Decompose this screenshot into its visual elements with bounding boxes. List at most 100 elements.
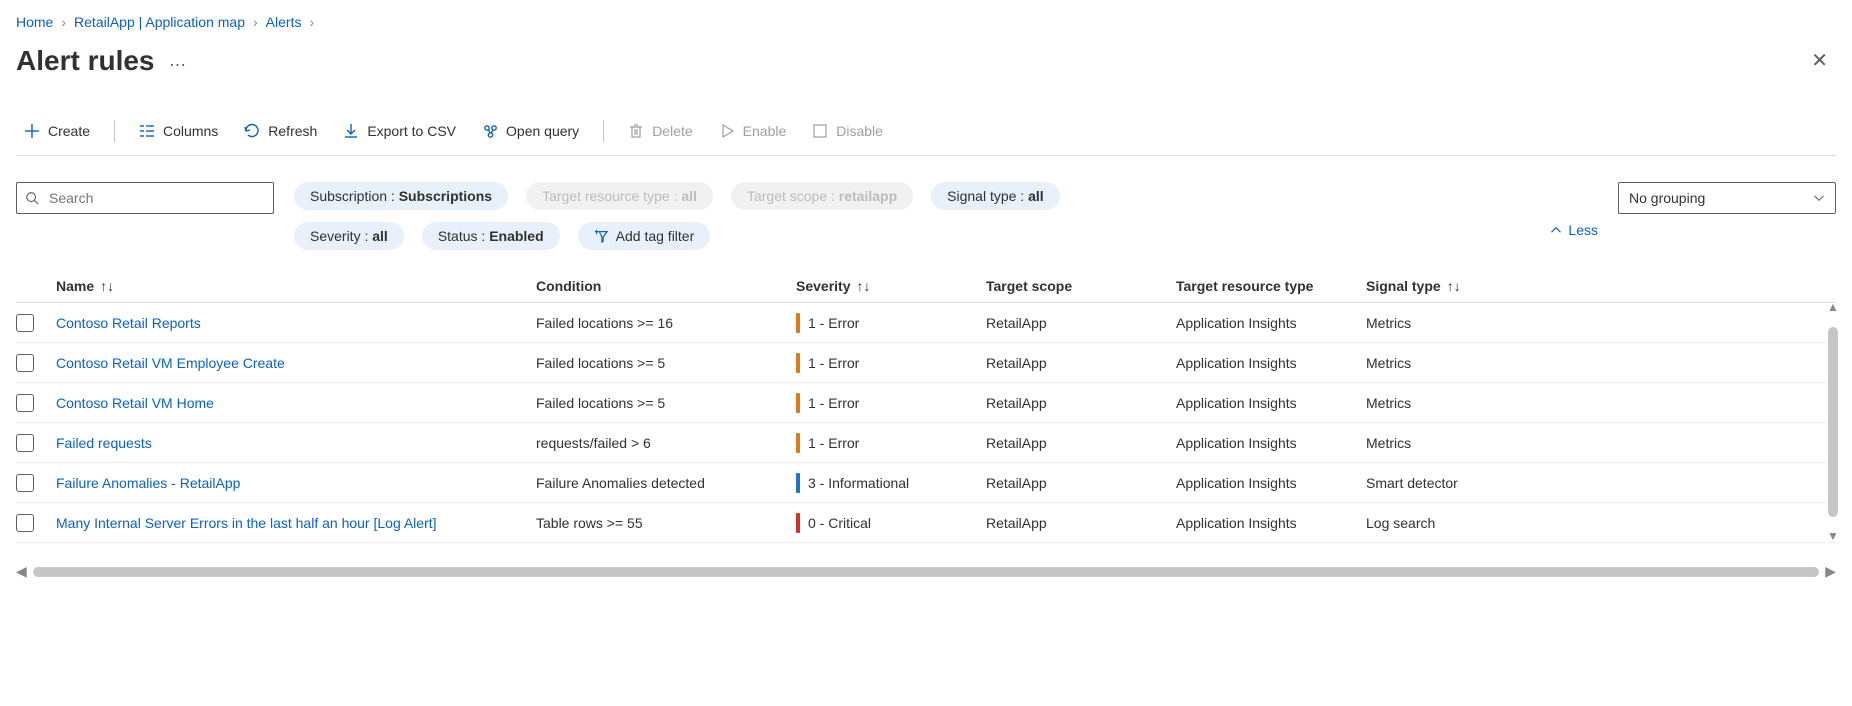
severity-bar-icon	[796, 473, 800, 493]
search-input[interactable]	[47, 189, 265, 207]
table-row[interactable]: Many Internal Server Errors in the last …	[16, 503, 1836, 543]
cell-condition: Failed locations >= 5	[536, 355, 796, 371]
cell-condition: Failure Anomalies detected	[536, 475, 796, 491]
cell-severity: 1 - Error	[796, 433, 986, 453]
breadcrumb-alerts[interactable]: Alerts	[266, 14, 302, 30]
export-button[interactable]: Export to CSV	[335, 117, 464, 145]
export-label: Export to CSV	[367, 123, 456, 139]
more-icon[interactable]: …	[169, 50, 189, 71]
scroll-thumb[interactable]	[1828, 327, 1838, 517]
scroll-up-icon[interactable]: ▲	[1827, 300, 1839, 314]
col-trt[interactable]: Target resource type	[1176, 278, 1366, 294]
cell-scope: RetailApp	[986, 475, 1176, 491]
cell-severity: 3 - Informational	[796, 473, 986, 493]
filter-severity[interactable]: Severity : all	[294, 222, 404, 250]
chevron-right-icon: ›	[61, 14, 66, 30]
create-label: Create	[48, 123, 90, 139]
tag-filter-icon	[594, 229, 608, 243]
severity-bar-icon	[796, 513, 800, 533]
query-icon	[482, 123, 498, 139]
cell-condition: Failed locations >= 5	[536, 395, 796, 411]
refresh-label: Refresh	[268, 123, 317, 139]
table-header: Name ↑↓ Condition Severity ↑↓ Target sco…	[16, 270, 1836, 303]
scroll-down-icon[interactable]: ▼	[1827, 529, 1839, 543]
cell-signal: Smart detector	[1366, 475, 1506, 491]
chevron-up-icon	[1550, 224, 1562, 236]
rule-name-link[interactable]: Contoso Retail VM Employee Create	[56, 355, 285, 371]
row-checkbox[interactable]	[16, 514, 34, 532]
enable-button: Enable	[711, 117, 795, 145]
open-query-button[interactable]: Open query	[474, 117, 587, 145]
row-checkbox[interactable]	[16, 394, 34, 412]
breadcrumb-home[interactable]: Home	[16, 14, 53, 30]
refresh-icon	[244, 123, 260, 139]
breadcrumb-app[interactable]: RetailApp | Application map	[74, 14, 245, 30]
cell-trt: Application Insights	[1176, 475, 1366, 491]
col-scope[interactable]: Target scope	[986, 278, 1176, 294]
less-toggle[interactable]: Less	[1550, 182, 1598, 238]
table-row[interactable]: Failed requests requests/failed > 61 - Er…	[16, 423, 1836, 463]
row-checkbox[interactable]	[16, 474, 34, 492]
scroll-right-icon[interactable]: ▶	[1825, 563, 1836, 580]
row-checkbox[interactable]	[16, 434, 34, 452]
rule-name-link[interactable]: Contoso Retail Reports	[56, 315, 201, 331]
grouping-select[interactable]: No grouping	[1618, 182, 1836, 214]
separator	[114, 120, 115, 142]
rule-name-link[interactable]: Many Internal Server Errors in the last …	[56, 515, 437, 531]
cell-trt: Application Insights	[1176, 395, 1366, 411]
play-icon	[719, 123, 735, 139]
cell-trt: Application Insights	[1176, 515, 1366, 531]
vertical-scrollbar[interactable]: ▲ ▼	[1824, 300, 1842, 543]
search-icon	[25, 191, 39, 205]
create-button[interactable]: Create	[16, 117, 98, 145]
columns-icon	[139, 123, 155, 139]
row-checkbox[interactable]	[16, 314, 34, 332]
add-tag-filter[interactable]: Add tag filter	[578, 222, 711, 250]
table-row[interactable]: Failure Anomalies - RetailApp Failure Ano…	[16, 463, 1836, 503]
col-severity[interactable]: Severity ↑↓	[796, 278, 986, 294]
table-row[interactable]: Contoso Retail VM Employee Create Failed …	[16, 343, 1836, 383]
filter-pills: Subscription : Subscriptions Target reso…	[294, 182, 1074, 250]
refresh-button[interactable]: Refresh	[236, 117, 325, 145]
disable-label: Disable	[836, 123, 883, 139]
col-signal[interactable]: Signal type ↑↓	[1366, 278, 1506, 294]
checkbox-icon	[812, 123, 828, 139]
command-bar: Create Columns Refresh Export to CSV Ope…	[16, 113, 1836, 156]
cell-scope: RetailApp	[986, 355, 1176, 371]
col-name[interactable]: Name ↑↓	[56, 278, 536, 294]
table-row[interactable]: Contoso Retail VM Home Failed locations >…	[16, 383, 1836, 423]
delete-label: Delete	[652, 123, 692, 139]
columns-button[interactable]: Columns	[131, 117, 226, 145]
search-input-wrap[interactable]	[16, 182, 274, 214]
open-query-label: Open query	[506, 123, 579, 139]
severity-bar-icon	[796, 353, 800, 373]
filter-status[interactable]: Status : Enabled	[422, 222, 560, 250]
filter-signal-type[interactable]: Signal type : all	[931, 182, 1060, 210]
table-row[interactable]: Contoso Retail ReportsFailed locations >…	[16, 303, 1836, 343]
cell-severity: 1 - Error	[796, 313, 986, 333]
cell-condition: Table rows >= 55	[536, 515, 796, 531]
scroll-left-icon[interactable]: ◀	[16, 563, 27, 580]
columns-label: Columns	[163, 123, 218, 139]
cell-scope: RetailApp	[986, 395, 1176, 411]
severity-bar-icon	[796, 393, 800, 413]
cell-scope: RetailApp	[986, 435, 1176, 451]
scroll-thumb[interactable]	[33, 567, 1819, 577]
cell-severity: 0 - Critical	[796, 513, 986, 533]
close-icon[interactable]: ✕	[1803, 42, 1836, 79]
enable-label: Enable	[743, 123, 787, 139]
chevron-down-icon	[1813, 192, 1825, 204]
filter-target-resource-type: Target resource type : all	[526, 182, 713, 210]
cell-condition: requests/failed > 6	[536, 435, 796, 451]
breadcrumb: Home › RetailApp | Application map › Ale…	[16, 10, 1836, 36]
rule-name-link[interactable]: Failed requests	[56, 435, 152, 451]
rule-name-link[interactable]: Contoso Retail VM Home	[56, 395, 214, 411]
col-condition[interactable]: Condition	[536, 278, 796, 294]
rule-name-link[interactable]: Failure Anomalies - RetailApp	[56, 475, 240, 491]
row-checkbox[interactable]	[16, 354, 34, 372]
filter-subscription[interactable]: Subscription : Subscriptions	[294, 182, 508, 210]
cell-scope: RetailApp	[986, 515, 1176, 531]
sort-icon: ↑↓	[1447, 278, 1461, 294]
disable-button: Disable	[804, 117, 891, 145]
horizontal-scrollbar[interactable]: ◀ ▶	[16, 563, 1836, 580]
